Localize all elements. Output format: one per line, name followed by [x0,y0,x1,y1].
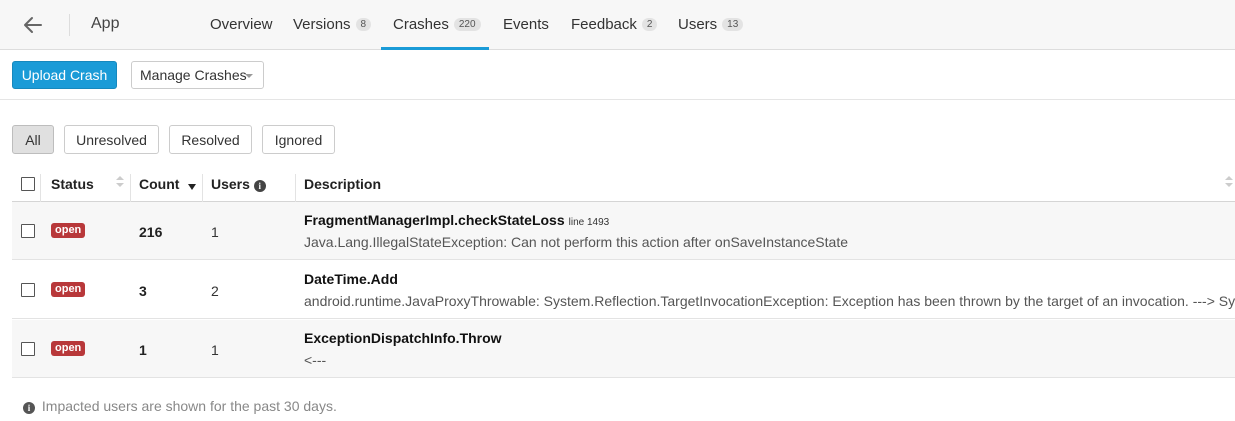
users-header[interactable]: Users i [211,176,266,192]
tab-label: Crashes [393,16,449,33]
back-arrow-icon[interactable] [20,12,46,38]
crash-method: FragmentManagerImpl.checkStateLoss [304,212,565,228]
column-divider [295,174,296,202]
sort-icon[interactable] [116,176,124,188]
app-title: App [91,15,120,32]
row-checkbox[interactable] [21,283,35,297]
top-navigation: App Overview Versions 8 Crashes 220 Events… [0,0,1235,50]
footnote: i Impacted users are shown for the past … [23,398,337,414]
crash-count: 3 [139,283,147,299]
users-header-label: Users [211,176,250,192]
status-badge: open [51,341,86,356]
info-icon[interactable]: i [253,180,266,192]
manage-crashes-dropdown[interactable]: Manage Crashes [131,61,264,89]
crash-count: 1 [139,342,147,358]
tab-events[interactable]: Events [503,0,549,50]
count-badge: 220 [453,18,481,31]
count-badge: 13 [722,18,744,31]
manage-crashes-label: Manage Crashes [140,67,247,83]
crash-method: ExceptionDispatchInfo.Throw [304,330,502,346]
select-all-checkbox[interactable] [21,177,35,191]
table-row[interactable]: open 3 2 DateTime.Add android.runtime.Ja… [12,261,1235,319]
footnote-text: Impacted users are shown for the past 30… [41,398,337,414]
column-divider [130,174,131,202]
row-checkbox[interactable] [21,224,35,238]
count-badge: 2 [641,18,658,31]
tab-label: Feedback [571,16,637,33]
tab-feedback[interactable]: Feedback 2 [571,0,658,50]
crash-title: ExceptionDispatchInfo.Throw [304,330,502,346]
upload-crash-button[interactable]: Upload Crash [12,61,117,89]
impacted-users: 2 [211,283,219,299]
count-badge: 8 [355,18,372,31]
status-badge: open [51,282,86,297]
sort-descending-icon[interactable] [188,184,196,190]
filter-resolved-button[interactable]: Resolved [169,125,252,154]
status-badge: open [51,223,86,238]
filter-all-button[interactable]: All [12,125,54,154]
count-header[interactable]: Count [139,176,179,192]
sort-icon[interactable] [1225,176,1233,188]
crash-method: DateTime.Add [304,271,398,287]
table-row[interactable]: open 1 1 ExceptionDispatchInfo.Throw <--… [12,320,1235,378]
crash-title: DateTime.Add [304,271,398,287]
crash-detail: Java.Lang.IllegalStateException: Can not… [304,234,848,250]
toolbar: Upload Crash Manage Crashes [0,50,1235,100]
tab-label: Events [503,16,549,33]
row-checkbox[interactable] [21,342,35,356]
divider [69,14,70,36]
tab-label: Overview [210,16,273,33]
tab-label: Versions [293,16,351,33]
table-row[interactable]: open 216 1 FragmentManagerImpl.checkStat… [12,202,1235,260]
caret-down-icon [245,74,253,78]
crash-count: 216 [139,224,163,240]
column-divider [202,174,203,202]
description-header[interactable]: Description [304,176,381,192]
table-header: Status Count Users i Description [12,165,1235,202]
filter-ignored-button[interactable]: Ignored [262,125,335,154]
crash-detail: android.runtime.JavaProxyThrowable: Syst… [304,293,1235,309]
impacted-users: 1 [211,224,219,240]
tab-versions[interactable]: Versions 8 [293,0,372,50]
tab-overview[interactable]: Overview [210,0,273,50]
crash-line: line 1493 [568,217,610,228]
filter-unresolved-button[interactable]: Unresolved [64,125,159,154]
tab-users[interactable]: Users 13 [678,0,744,50]
crash-title: FragmentManagerImpl.checkStateLoss line 1… [304,212,609,228]
tab-label: Users [678,16,718,33]
crash-detail: <--- [304,352,327,368]
tab-crashes[interactable]: Crashes 220 [381,0,489,50]
status-header[interactable]: Status [51,176,94,192]
column-divider [40,174,41,202]
info-icon: i [23,402,35,414]
impacted-users: 1 [211,342,219,358]
